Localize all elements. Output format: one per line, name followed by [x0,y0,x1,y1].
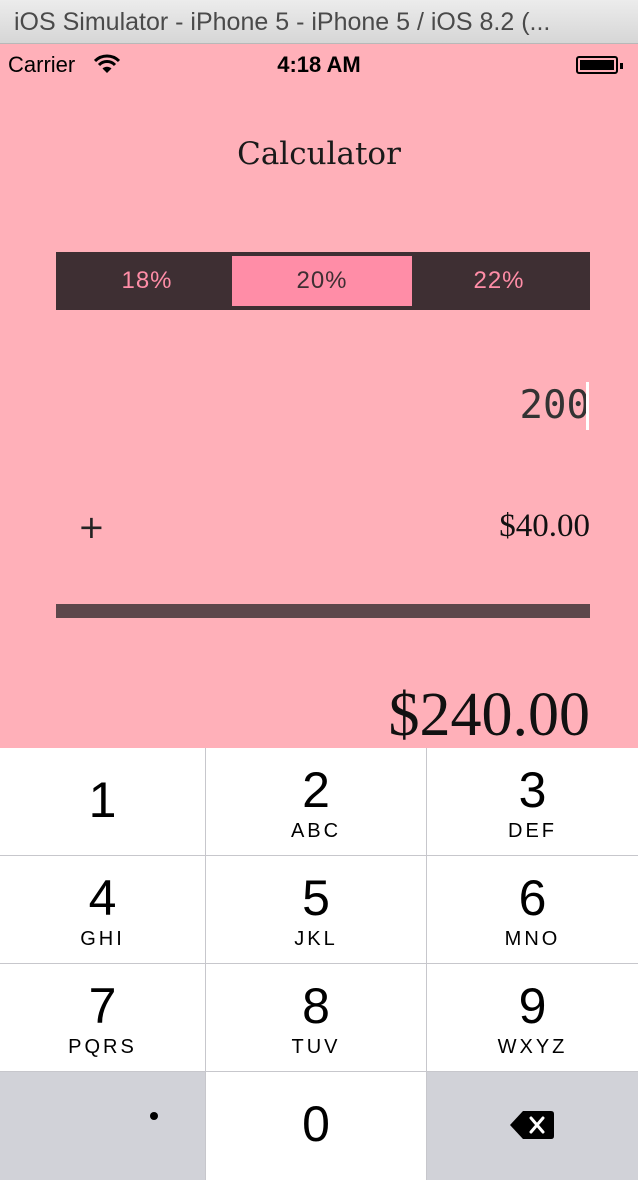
key-digit: 2 [302,762,330,818]
total-amount: $240.00 [388,681,591,749]
key-digit: 1 [88,772,117,828]
key-8[interactable]: 8 TUV [206,964,426,1071]
key-letters: TUV [291,1036,341,1058]
key-0[interactable]: 0 [206,1072,426,1180]
key-letters: ABC [290,820,342,842]
key-digit: 6 [518,870,547,926]
tip-option-22[interactable]: 22% [412,256,586,306]
status-time: 4:18 AM [277,52,361,77]
page-title: Calculator [237,136,401,172]
battery-icon [576,56,623,74]
key-6[interactable]: 6 MNO [427,856,638,963]
key-2[interactable]: 2 ABC [206,748,426,855]
key-4[interactable]: 4 GHI [0,856,205,963]
key-letters: DEF [508,820,557,842]
divider-line [56,604,590,618]
key-digit: 9 [518,978,547,1034]
key-letters: WXYZ [497,1036,568,1058]
window-title: iOS Simulator - iPhone 5 - iPhone 5 / iO… [14,8,551,36]
key-7[interactable]: 7 PQRS [0,964,205,1071]
key-9[interactable]: 9 WXYZ [427,964,638,1071]
backspace-icon [509,1110,555,1145]
key-digit: 3 [518,762,547,818]
key-digit: 0 [302,1096,330,1152]
decimal-point-glyph [150,1112,158,1120]
key-digit: 4 [88,870,117,926]
tip-option-18[interactable]: 18% [60,256,234,306]
bill-amount-input[interactable]: 200 [520,383,590,428]
key-letters: PQRS [68,1036,137,1058]
simulator-title-bar: iOS Simulator - iPhone 5 - iPhone 5 / iO… [0,0,638,44]
key-3[interactable]: 3 DEF [427,748,638,855]
tip-option-20[interactable]: 20% [232,256,412,306]
tip-amount: $40.00 [499,508,590,544]
key-digit: 8 [302,978,330,1034]
key-backspace[interactable] [427,1072,638,1180]
key-letters: JKL [294,928,338,950]
status-bar: Carrier 4:18 AM [0,44,638,86]
tip-percentage-selector: 18% 20% 22% [56,252,590,310]
key-1[interactable]: 1 [0,748,205,855]
key-digit: 5 [302,870,330,926]
key-decimal[interactable] [0,1072,205,1180]
key-5[interactable]: 5 JKL [206,856,426,963]
numeric-keypad: 1 2 ABC 3 DEF 4 GHI 5 JKL 6 MNO 7 PQRS 8… [0,748,638,1180]
key-digit: 7 [88,978,117,1034]
key-letters: GHI [80,928,125,950]
key-letters: MNO [504,928,561,950]
plus-sign: + [78,508,105,546]
text-cursor [586,382,589,430]
